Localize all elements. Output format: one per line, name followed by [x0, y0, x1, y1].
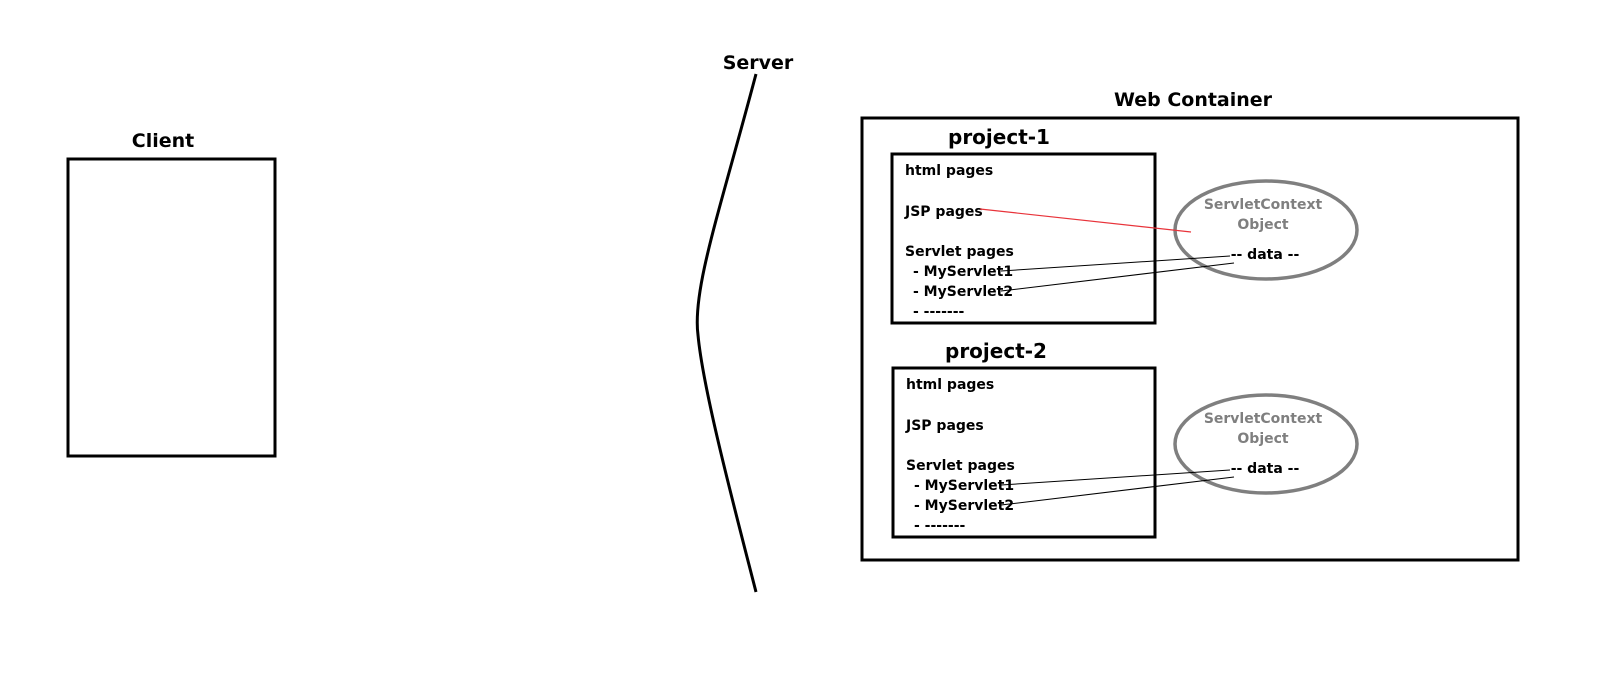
more-servlets-label: - ------- — [913, 304, 965, 320]
project-1-group: project-1 html pages JSP pages Servlet p… — [890, 125, 1359, 325]
context-data-label: -- data -- — [1231, 461, 1300, 477]
servlet-context-subtitle: Object — [1237, 217, 1289, 233]
jsp-to-context-line — [979, 208, 1192, 233]
html-pages-label: html pages — [905, 163, 993, 179]
servlet2-to-data-line — [1000, 476, 1235, 506]
architecture-diagram: Client Server Web Container project-1 ht… — [66, 52, 1520, 593]
client-box — [66, 157, 277, 458]
servlet2-to-data-line — [1000, 262, 1235, 292]
servlet1-to-data-line — [1000, 255, 1231, 272]
project-name: project-1 — [948, 125, 1050, 149]
project-2-group: project-2 html pages JSP pages Servlet p… — [891, 339, 1359, 539]
server-label: Server — [723, 52, 794, 74]
servlet1-label: - MyServlet1 — [914, 478, 1014, 494]
servlet-context-subtitle: Object — [1237, 431, 1289, 447]
project-name: project-2 — [945, 339, 1047, 363]
more-servlets-label: - ------- — [914, 518, 966, 534]
web-container-label: Web Container — [1114, 89, 1273, 111]
jsp-pages-label: JSP pages — [904, 204, 983, 220]
html-pages-label: html pages — [906, 377, 994, 393]
servlet-pages-label: Servlet pages — [905, 244, 1014, 260]
jsp-pages-label: JSP pages — [905, 418, 984, 434]
servlet-pages-label: Servlet pages — [906, 458, 1015, 474]
servlet2-label: - MyServlet2 — [913, 284, 1013, 300]
servlet-context-title: ServletContext — [1204, 411, 1323, 427]
servlet1-to-data-line — [1000, 469, 1231, 486]
client-label: Client — [132, 130, 194, 152]
server-boundary-curve — [695, 73, 758, 593]
servlet1-label: - MyServlet1 — [913, 264, 1013, 280]
servlet-context-title: ServletContext — [1204, 197, 1323, 213]
servlet2-label: - MyServlet2 — [914, 498, 1014, 514]
context-data-label: -- data -- — [1231, 247, 1300, 263]
